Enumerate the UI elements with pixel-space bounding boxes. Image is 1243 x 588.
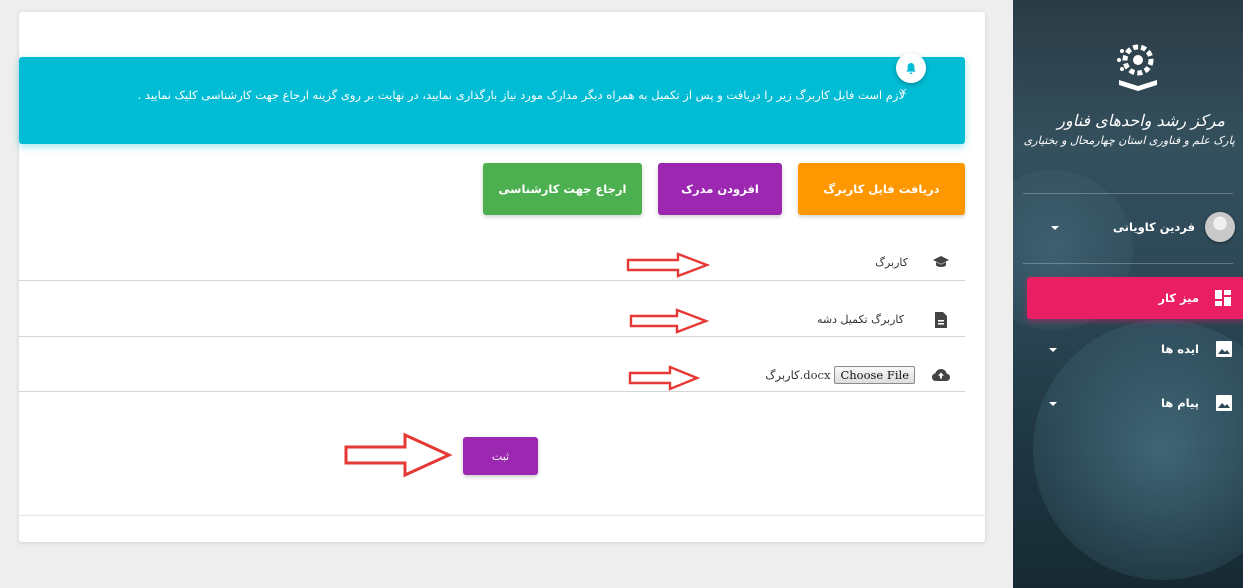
row-divider — [19, 280, 965, 281]
sidebar-divider — [1023, 263, 1233, 264]
download-form-button[interactable]: دریافت فایل کاربرگ — [798, 163, 965, 215]
file-name: کاربرگ.docx — [765, 368, 831, 382]
bell-icon — [896, 53, 926, 83]
sidebar-item-dashboard[interactable]: میز کار — [1027, 277, 1243, 319]
graduation-cap-icon — [932, 253, 950, 271]
image-icon — [1216, 395, 1232, 411]
form-label: کاربرگ — [875, 256, 908, 269]
alert-close-button[interactable]: × — [899, 85, 908, 98]
chevron-down-icon — [1049, 348, 1057, 352]
image-icon — [1216, 341, 1232, 357]
sidebar-divider — [1023, 193, 1233, 194]
document-icon — [933, 311, 951, 329]
logo-title: مرکز رشد واحدهای فناور — [1057, 111, 1225, 130]
sidebar-item-ideas[interactable]: ایده ها — [1013, 333, 1243, 365]
alert-message: لازم است فایل کاربرگ زیر را دریافت و پس … — [137, 88, 905, 102]
logo-subtitle: پارک علم و فناوری استان چهارمحال و بختیا… — [1023, 134, 1235, 147]
sidebar-item-messages[interactable]: پیام ها — [1013, 387, 1243, 419]
submit-button[interactable]: ثبت — [463, 437, 538, 475]
cloud-upload-icon — [931, 367, 950, 385]
logo: مرکز رشد واحدهای فناور پارک علم و فناوری… — [1013, 0, 1243, 193]
card-divider — [19, 515, 985, 516]
refer-for-review-button[interactable]: ارجاع جهت کارشناسی — [483, 163, 642, 215]
arrow-icon — [626, 252, 710, 278]
arrow-icon — [344, 432, 453, 478]
sidebar-item-label: پیام ها — [1160, 396, 1199, 410]
completed-form-label: کاربرگ تکمیل دشه — [816, 313, 904, 326]
info-alert: لازم است فایل کاربرگ زیر را دریافت و پس … — [19, 57, 965, 144]
sidebar-item-label: ایده ها — [1161, 342, 1199, 356]
arrow-icon — [629, 308, 709, 334]
sidebar: مرکز رشد واحدهای فناور پارک علم و فناوری… — [1013, 0, 1243, 588]
row-divider — [19, 336, 965, 337]
user-name: فردین کاویانی — [1113, 220, 1195, 234]
chevron-down-icon — [1049, 402, 1057, 406]
row-divider — [19, 391, 965, 392]
logo-emblem-icon — [1117, 44, 1157, 91]
dashboard-icon — [1215, 290, 1231, 306]
sidebar-item-label: میز کار — [1158, 291, 1199, 305]
file-upload-field[interactable]: کاربرگ.docx Choose File — [765, 366, 915, 384]
add-document-button[interactable]: افزودن مدرک — [658, 163, 782, 215]
chevron-down-icon — [1051, 226, 1059, 230]
arrow-icon — [628, 365, 700, 391]
user-profile[interactable]: فردین کاویانی — [1013, 207, 1243, 247]
choose-file-button[interactable]: Choose File — [834, 366, 915, 384]
avatar — [1205, 212, 1235, 242]
